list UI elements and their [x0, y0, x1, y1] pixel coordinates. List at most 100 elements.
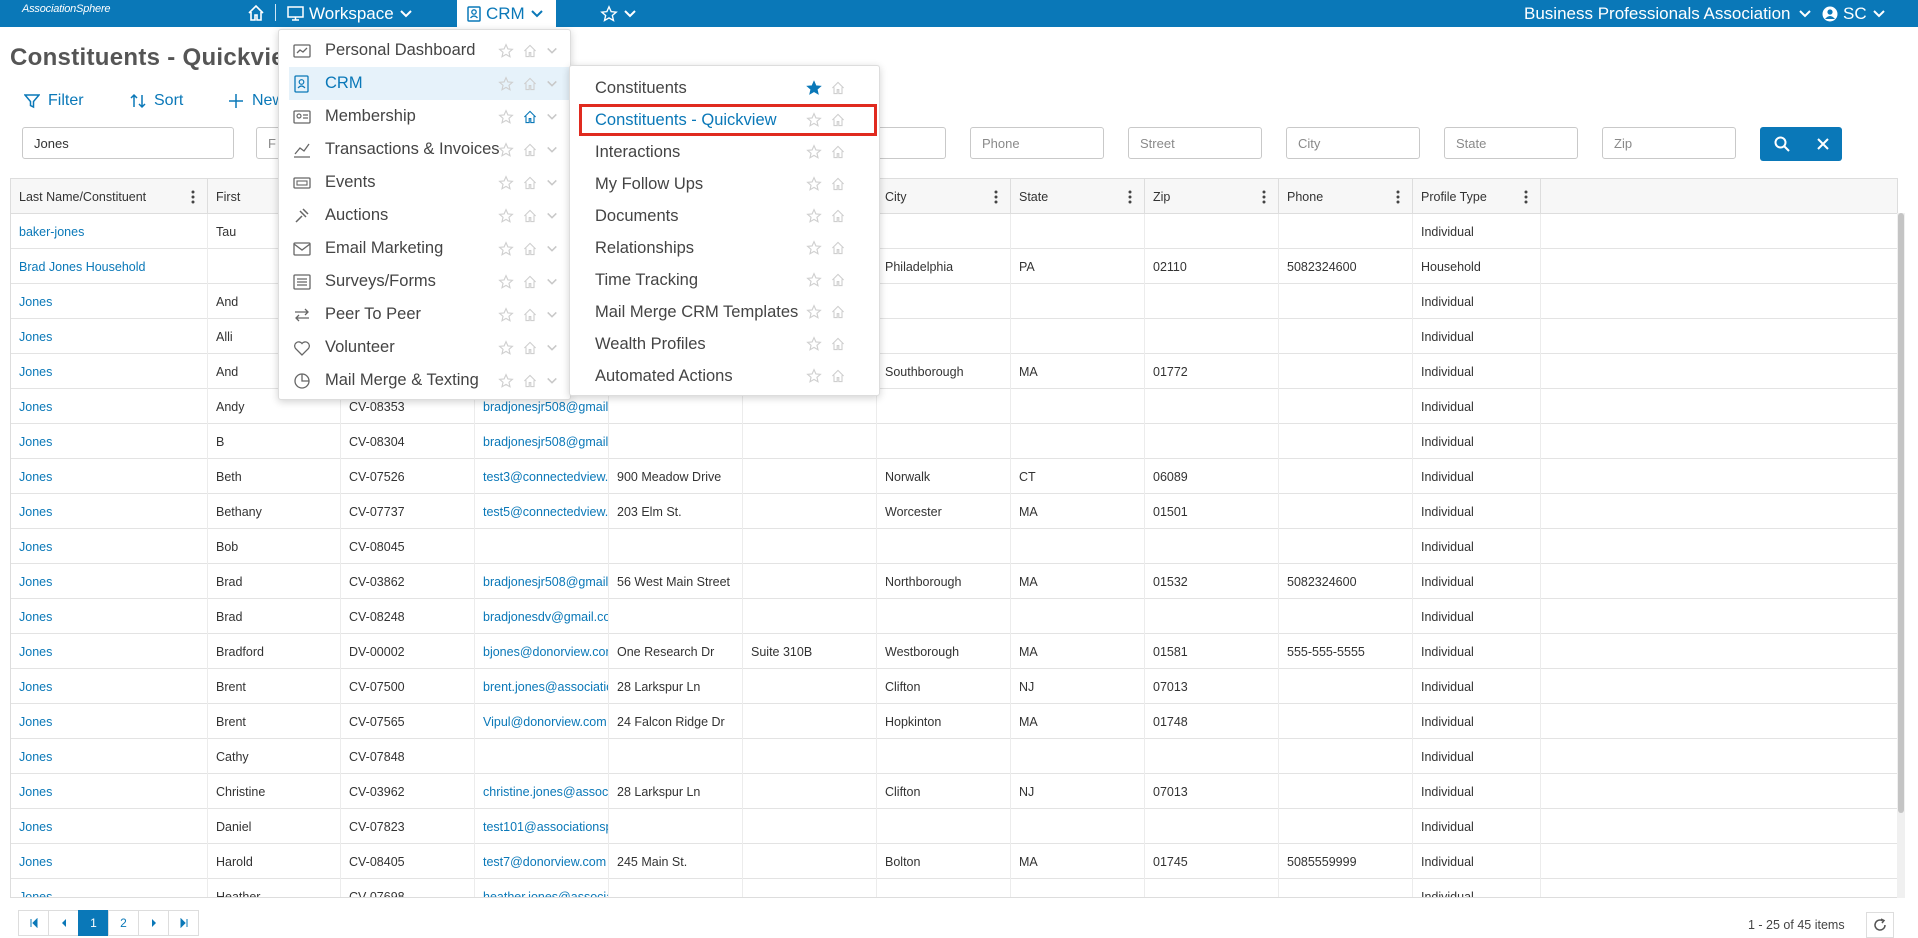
table-row[interactable]: JonesBradCV-03862bradjonesjr508@gmail.co… [11, 564, 1897, 599]
nav-workspace[interactable]: Workspace [287, 0, 413, 27]
street-search-input[interactable]: Street [1128, 127, 1262, 159]
home-icon[interactable] [522, 307, 538, 323]
home-icon[interactable] [522, 175, 538, 191]
crm-menu-item[interactable]: Interactions [570, 136, 879, 168]
workspace-menu-item[interactable]: Membership [279, 100, 570, 133]
app-logo[interactable]: AssociationSphere [22, 3, 111, 15]
table-row[interactable]: Jones Heather CV-07698 heather.jones@associ… [11, 879, 1897, 897]
constituent-link[interactable]: Jones [11, 879, 208, 897]
column-header[interactable]: State [1011, 179, 1145, 214]
table-row[interactable]: JonesDanielCV-07823test101@associationsp… [11, 809, 1897, 844]
constituent-link[interactable]: Jones [11, 564, 208, 599]
constituent-link[interactable]: Jones [11, 494, 208, 529]
table-row[interactable]: JonesBCV-08304bradjonesjr508@gmail.com In… [11, 424, 1897, 459]
chevron-down-icon[interactable] [546, 178, 558, 188]
crm-menu-item[interactable]: Constituents [570, 72, 879, 104]
table-row[interactable]: JonesBrentCV-07500brent.jones@associatio… [11, 669, 1897, 704]
constituent-link[interactable]: Jones [11, 354, 208, 389]
home-icon[interactable] [246, 3, 266, 23]
star-icon[interactable] [498, 372, 514, 389]
email-link[interactable]: bjones@donorview.com [475, 634, 609, 669]
home-icon[interactable] [830, 336, 846, 352]
nav-favorites[interactable] [600, 0, 637, 27]
page-button-2[interactable]: 2 [108, 910, 139, 936]
star-icon[interactable] [806, 272, 822, 288]
constituent-link[interactable]: Jones [11, 774, 208, 809]
first-page-button[interactable] [18, 910, 49, 936]
home-icon[interactable] [830, 240, 846, 256]
table-row[interactable]: Jones Bradford DV-00002 bjones@donorview.co… [11, 634, 1897, 669]
star-icon[interactable] [498, 174, 514, 191]
workspace-menu-item[interactable]: Email Marketing [279, 232, 570, 265]
star-icon[interactable] [498, 108, 514, 125]
chevron-down-icon[interactable] [546, 211, 558, 221]
constituent-link[interactable]: Jones [11, 809, 208, 844]
star-icon[interactable] [806, 112, 822, 128]
star-icon[interactable] [498, 306, 514, 323]
column-menu-icon[interactable] [1396, 190, 1400, 204]
new-button[interactable]: New [228, 92, 284, 110]
constituent-link[interactable]: Jones [11, 284, 208, 319]
constituent-link[interactable]: Jones [11, 844, 208, 879]
crm-menu-item[interactable]: Time Tracking [570, 264, 879, 296]
constituent-link[interactable]: Jones [11, 319, 208, 354]
clear-icon[interactable] [1816, 138, 1829, 150]
constituent-link[interactable]: Jones [11, 599, 208, 634]
home-icon[interactable] [830, 144, 846, 160]
email-link[interactable]: test101@associationsphe... [475, 809, 609, 844]
chevron-down-icon[interactable] [546, 376, 558, 386]
zip-search-input[interactable]: Zip [1602, 127, 1736, 159]
city-search-input[interactable]: City [1286, 127, 1420, 159]
star-icon[interactable] [806, 240, 822, 256]
workspace-menu-item[interactable]: Mail Merge & Texting [279, 364, 570, 397]
sort-button[interactable]: Sort [130, 92, 183, 110]
star-icon[interactable] [806, 208, 822, 224]
search-icon[interactable] [1774, 136, 1790, 152]
email-search-input[interactable] [872, 127, 946, 159]
constituent-link[interactable]: Jones [11, 459, 208, 494]
constituent-link[interactable]: Jones [11, 669, 208, 704]
workspace-menu-item[interactable]: Events [279, 166, 570, 199]
workspace-menu-item[interactable]: Surveys/Forms [279, 265, 570, 298]
workspace-menu-item[interactable]: Auctions [279, 199, 570, 232]
star-icon[interactable] [806, 176, 822, 192]
column-header[interactable]: Last Name/Constituent [11, 179, 208, 214]
column-header[interactable]: City [877, 179, 1011, 214]
email-link[interactable]: heather.jones@associatio... [475, 879, 609, 897]
home-icon[interactable] [830, 80, 846, 96]
chevron-down-icon[interactable] [546, 145, 558, 155]
crm-menu-item[interactable]: My Follow Ups [570, 168, 879, 200]
star-icon[interactable] [806, 304, 822, 320]
email-link[interactable]: bradjonesjr508@gmail.com [475, 424, 609, 459]
nav-crm[interactable]: CRM [457, 0, 556, 27]
grid-scrollbar[interactable] [1897, 213, 1905, 898]
refresh-button[interactable] [1866, 912, 1894, 938]
table-row[interactable]: Jones Cathy CV-07848 Individual [11, 739, 1897, 774]
chevron-down-icon[interactable] [546, 46, 558, 56]
chevron-down-icon[interactable] [546, 310, 558, 320]
table-row[interactable]: Jones Harold CV-08405 test7@donorview.com 24… [11, 844, 1897, 879]
home-icon[interactable] [830, 112, 846, 128]
column-menu-icon[interactable] [1262, 190, 1266, 204]
constituent-link[interactable]: Jones [11, 634, 208, 669]
workspace-menu-item[interactable]: CRM [289, 67, 570, 100]
user-menu[interactable]: SC [1822, 0, 1886, 27]
table-row[interactable]: Jones Christine CV-03962 christine.jones@as… [11, 774, 1897, 809]
filter-button[interactable]: Filter [24, 92, 84, 110]
email-link[interactable]: brent.jones@associations... [475, 669, 609, 704]
star-icon[interactable] [498, 339, 514, 356]
star-icon[interactable] [498, 273, 514, 290]
star-icon[interactable] [498, 207, 514, 224]
email-link[interactable]: test7@donorview.com [475, 844, 609, 879]
workspace-menu-item[interactable]: Volunteer [279, 331, 570, 364]
workspace-menu-item[interactable]: Peer To Peer [279, 298, 570, 331]
chevron-down-icon[interactable] [546, 79, 558, 89]
table-row[interactable]: Jones Bethany CV-07737 test5@connectedview.… [11, 494, 1897, 529]
star-icon[interactable] [806, 144, 822, 160]
chevron-down-icon[interactable] [546, 343, 558, 353]
prev-page-button[interactable] [48, 910, 79, 936]
chevron-down-icon[interactable] [546, 277, 558, 287]
home-icon[interactable] [522, 208, 538, 224]
home-icon[interactable] [522, 340, 538, 356]
home-icon[interactable] [522, 274, 538, 290]
